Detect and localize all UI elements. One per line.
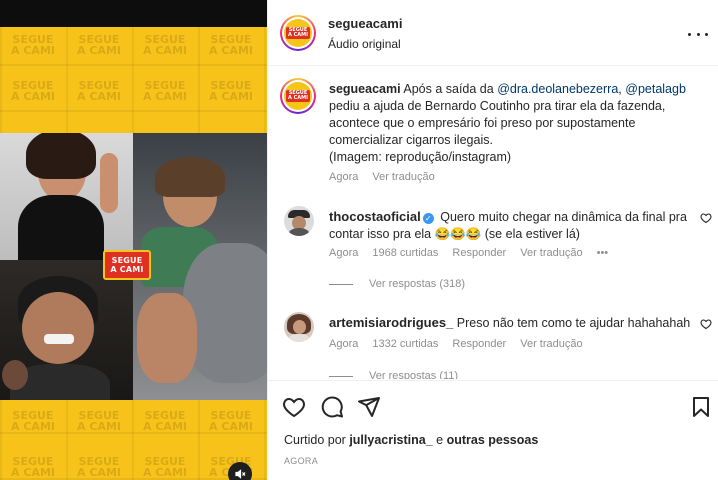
background-logo-tile: SEGUEA CAMI — [11, 33, 55, 57]
comment-text: artemisiarodrigues_ Preso não tem como t… — [329, 315, 691, 330]
caption-text: segueacami Após a saída da @dra.deolaneb… — [329, 82, 686, 164]
translate-link[interactable]: Ver tradução — [372, 171, 434, 183]
collage-photo-woman — [0, 133, 133, 260]
mention-link[interactable]: @dra.deolanebezerra — [497, 82, 618, 96]
translate-link[interactable]: Ver tradução — [520, 338, 582, 350]
background-logo-tile: SEGUEA CAMI — [11, 455, 55, 479]
comment-likes[interactable]: 1968 curtidas — [372, 247, 438, 259]
volume-muted-icon — [235, 469, 246, 479]
view-replies-button[interactable]: Ver respostas (11) — [329, 370, 458, 379]
media-top-bar — [0, 0, 267, 27]
comment-text: thocostaoficial ✓ Quero muito chegar na d… — [329, 209, 687, 241]
more-options-icon[interactable] — [688, 24, 708, 44]
post-timestamp: AGORA — [284, 456, 319, 466]
send-icon[interactable] — [357, 395, 381, 419]
comment-meta: Agora 1968 curtidas Responder Ver tradução •… — [329, 247, 609, 259]
bookmark-icon[interactable] — [689, 395, 713, 419]
view-replies-button[interactable]: Ver respostas (318) — [329, 278, 465, 290]
comments-section[interactable]: SEGUE A CAMI segueacami Após a saída da @… — [268, 67, 718, 379]
collage-photo-man — [0, 260, 133, 400]
commenter-avatar[interactable] — [284, 312, 314, 342]
background-logo-tile: SEGUEA CAMI — [77, 409, 121, 433]
author-avatar[interactable]: SEGUE A CAMI — [280, 15, 316, 51]
post-header: SEGUE A CAMI segueacami Áudio original — [268, 0, 718, 66]
comment-more-icon[interactable]: ••• — [597, 247, 609, 259]
commenter-avatar[interactable] — [284, 206, 314, 236]
commenter-username[interactable]: thocostaoficial — [329, 209, 421, 224]
comment-like-heart-icon[interactable] — [700, 212, 712, 224]
audio-label[interactable]: Áudio original — [328, 37, 401, 51]
caption-avatar[interactable]: SEGUE A CAMI — [280, 78, 316, 114]
comment-meta: Agora 1332 curtidas Responder Ver tradução — [329, 338, 583, 350]
background-logo-tile: SEGUEA CAMI — [77, 79, 121, 103]
reply-button[interactable]: Responder — [452, 338, 506, 350]
post-details-panel: SEGUE A CAMI segueacami Áudio original SE… — [267, 0, 718, 480]
comment-like-heart-icon[interactable] — [700, 318, 712, 330]
liked-by-others[interactable]: outras pessoas — [447, 433, 539, 447]
segue-a-cami-logo: SEGUE A CAMI — [103, 250, 151, 280]
author-username[interactable]: segueacami — [328, 16, 402, 31]
background-logo-tile: SEGUEA CAMI — [209, 409, 253, 433]
post-media[interactable]: SEGUE A CAMI SEGUE A CAMI SEGUE A CAMI SEGUE A … — [0, 0, 267, 480]
post-actions: Curtido por jullyacristina_ e outras pes… — [268, 380, 718, 480]
heart-icon[interactable] — [282, 395, 306, 419]
comment-icon[interactable] — [320, 395, 344, 419]
background-logo-tile: SEGUEA CAMI — [143, 79, 187, 103]
reply-button[interactable]: Responder — [452, 247, 506, 259]
caption-username[interactable]: segueacami — [329, 82, 401, 96]
caption-time: Agora — [329, 171, 359, 183]
background-logo-tile: SEGUEA CAMI — [77, 33, 121, 57]
background-logo-tile: SEGUEA CAMI — [209, 79, 253, 103]
background-logo-tile: SEGUEA CAMI — [11, 79, 55, 103]
mention-link[interactable]: @petalagb — [625, 82, 686, 96]
background-logo-tile: SEGUEA CAMI — [77, 455, 121, 479]
comment-likes[interactable]: 1332 curtidas — [372, 338, 438, 350]
background-logo-tile: SEGUEA CAMI — [143, 409, 187, 433]
background-logo-tile: SEGUEA CAMI — [143, 455, 187, 479]
caption-meta: Agora Ver tradução — [329, 171, 449, 183]
collage-photo-woman-bed — [133, 133, 267, 400]
commenter-username[interactable]: artemisiarodrigues_ — [329, 315, 453, 330]
liked-by: Curtido por jullyacristina_ e outras pes… — [284, 433, 539, 447]
background-logo-tile: SEGUEA CAMI — [143, 33, 187, 57]
verified-badge-icon: ✓ — [422, 213, 434, 224]
photo-collage: SEGUE A CAMI — [0, 133, 267, 400]
background-logo-tile: SEGUEA CAMI — [11, 409, 55, 433]
liked-by-user[interactable]: jullyacristina_ — [349, 433, 432, 447]
mute-button[interactable] — [228, 462, 252, 480]
translate-link[interactable]: Ver tradução — [520, 247, 582, 259]
background-logo-tile: SEGUEA CAMI — [209, 33, 253, 57]
